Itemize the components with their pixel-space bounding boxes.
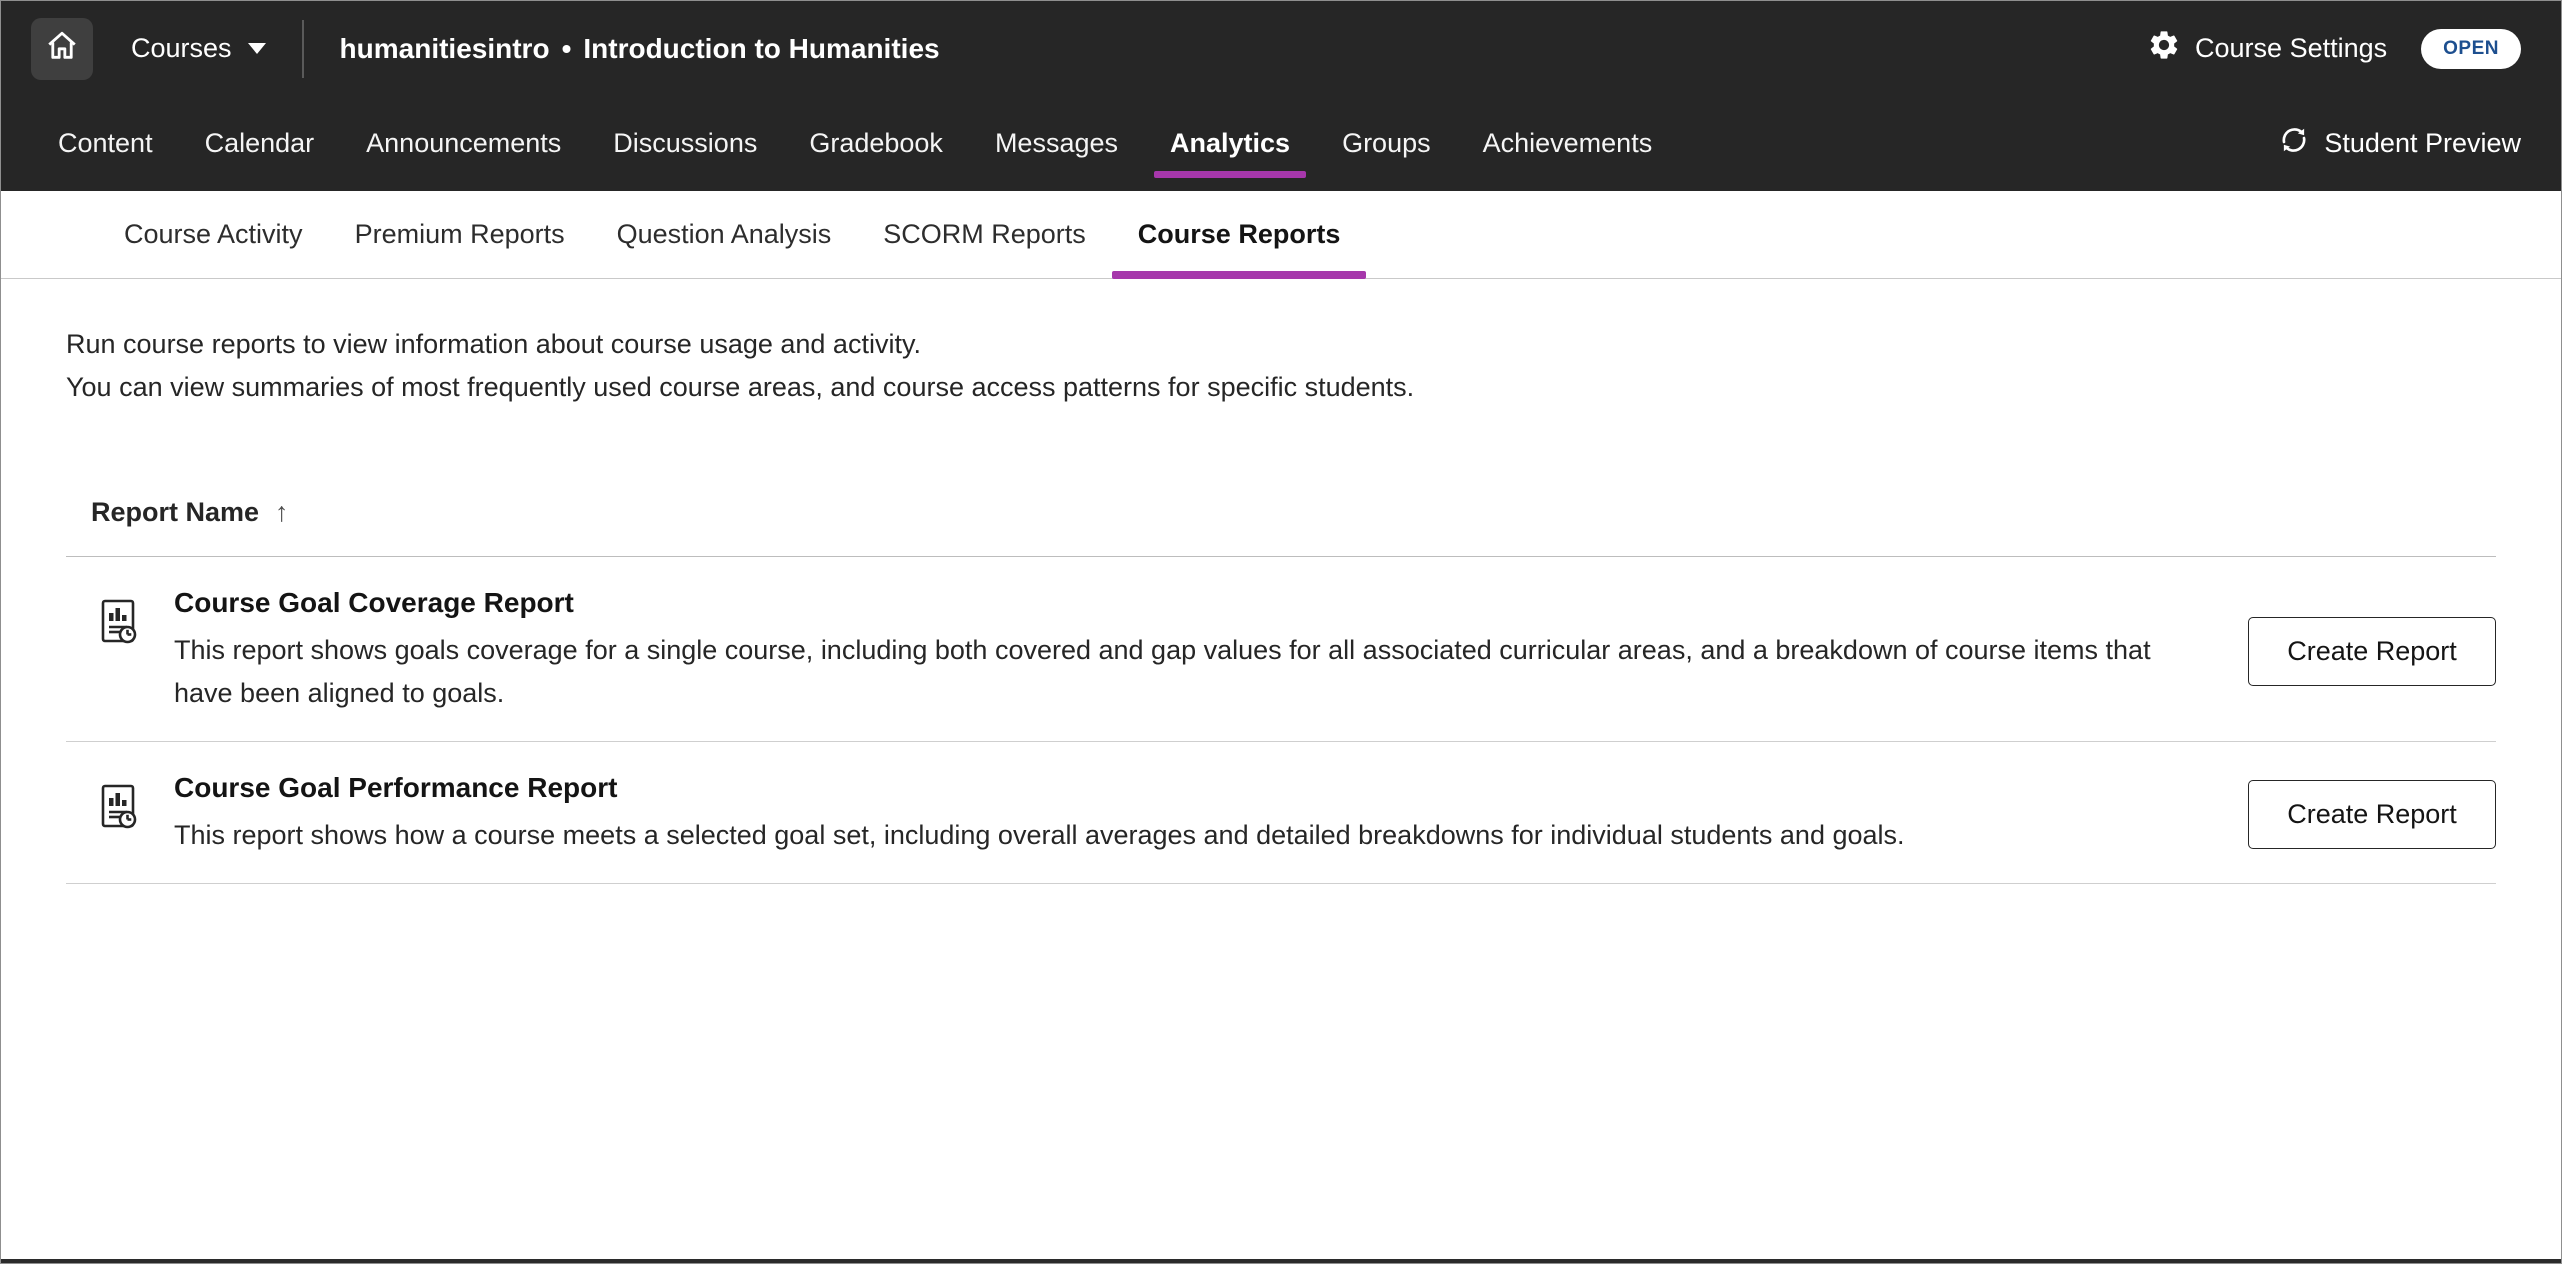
report-name-label: Report Name [91,497,259,528]
topbar-divider [302,20,304,78]
subtab-question-analysis[interactable]: Question Analysis [591,191,858,278]
student-preview-button[interactable]: Student Preview [2278,96,2521,191]
intro-text: Run course reports to view information a… [1,279,2561,409]
chevron-down-icon [248,43,266,54]
subtab-course-reports[interactable]: Course Reports [1112,191,1367,278]
tab-content[interactable]: Content [32,96,179,191]
report-title: Course Goal Coverage Report [174,587,2208,619]
main-nav: Content Calendar Announcements Discussio… [1,96,2561,191]
course-id: humanitiesintro [340,33,550,65]
breadcrumb-separator: • [562,33,572,65]
courses-dropdown[interactable]: Courses [131,33,266,64]
student-preview-label: Student Preview [2324,128,2521,159]
app-window: Courses humanitiesintro • Introduction t… [0,0,2562,1264]
table-row: Course Goal Coverage Report This report … [66,557,2496,742]
report-info: Course Goal Performance Report This repo… [174,772,2208,857]
report-name-column-header[interactable]: Report Name ↑ [91,497,2496,528]
home-button[interactable] [31,18,93,80]
courses-dropdown-label: Courses [131,33,232,64]
intro-line-1: Run course reports to view information a… [66,323,2496,366]
subtab-scorm-reports[interactable]: SCORM Reports [857,191,1112,278]
sort-ascending-icon[interactable]: ↑ [275,497,289,528]
course-name: Introduction to Humanities [583,33,939,65]
report-description: This report shows how a course meets a s… [174,814,2208,857]
window-bottom-edge [1,1259,2561,1263]
home-icon [45,29,79,68]
intro-line-2: You can view summaries of most frequentl… [66,366,2496,409]
tab-groups[interactable]: Groups [1316,96,1457,191]
table-row: Course Goal Performance Report This repo… [66,742,2496,884]
subtab-premium-reports[interactable]: Premium Reports [329,191,591,278]
breadcrumb: humanitiesintro • Introduction to Humani… [340,33,940,65]
create-report-button[interactable]: Create Report [2248,780,2496,849]
tab-analytics[interactable]: Analytics [1144,96,1316,191]
tab-announcements[interactable]: Announcements [340,96,587,191]
report-document-icon [94,782,142,835]
create-report-button[interactable]: Create Report [2248,617,2496,686]
subtab-course-activity[interactable]: Course Activity [98,191,329,278]
tab-gradebook[interactable]: Gradebook [783,96,969,191]
report-description: This report shows goals coverage for a s… [174,629,2208,715]
analytics-subnav: Course Activity Premium Reports Question… [1,191,2561,279]
open-status-badge[interactable]: OPEN [2421,29,2521,69]
top-bar: Courses humanitiesintro • Introduction t… [1,1,2561,96]
report-info: Course Goal Coverage Report This report … [174,587,2208,715]
report-title: Course Goal Performance Report [174,772,2208,804]
tab-discussions[interactable]: Discussions [587,96,783,191]
course-settings-button[interactable]: Course Settings [2147,28,2387,69]
tab-calendar[interactable]: Calendar [179,96,341,191]
student-preview-icon [2278,124,2310,163]
tab-messages[interactable]: Messages [969,96,1144,191]
course-settings-label: Course Settings [2195,33,2387,64]
gear-icon [2147,28,2181,69]
tab-achievements[interactable]: Achievements [1457,96,1679,191]
report-document-icon [94,597,142,650]
